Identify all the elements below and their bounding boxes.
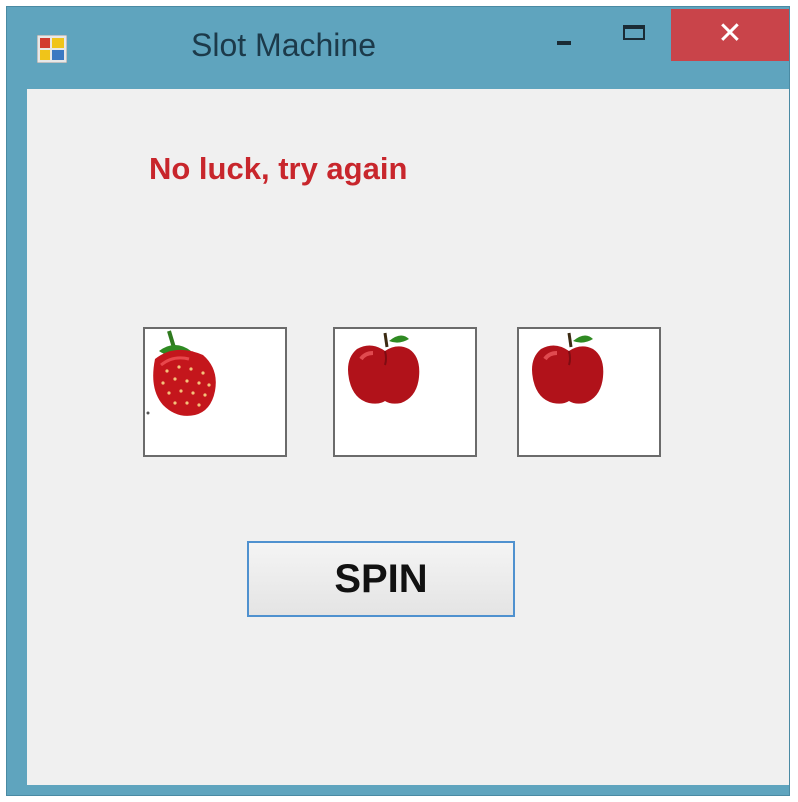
form-client-area: No luck, try again SPIN bbox=[27, 89, 789, 785]
slot-machine-window: Slot Machine ✕ No luck, try again SPIN bbox=[6, 6, 790, 796]
strawberry-icon bbox=[146, 330, 216, 416]
status-label: No luck, try again bbox=[149, 151, 408, 186]
reel-2 bbox=[333, 327, 477, 457]
app-icon bbox=[37, 35, 67, 63]
reel-1 bbox=[143, 327, 287, 457]
minimize-icon bbox=[557, 41, 571, 45]
close-icon: ✕ bbox=[717, 16, 743, 51]
apple-icon bbox=[348, 332, 420, 404]
spin-button[interactable]: SPIN bbox=[247, 541, 515, 617]
maximize-button[interactable] bbox=[603, 9, 663, 61]
maximize-icon bbox=[623, 25, 645, 40]
reel-3 bbox=[517, 327, 661, 457]
minimize-button[interactable] bbox=[535, 9, 595, 61]
close-button[interactable]: ✕ bbox=[671, 9, 789, 61]
window-title: Slot Machine bbox=[191, 27, 376, 63]
apple-icon bbox=[532, 332, 604, 404]
title-bar[interactable]: Slot Machine ✕ bbox=[7, 7, 789, 87]
